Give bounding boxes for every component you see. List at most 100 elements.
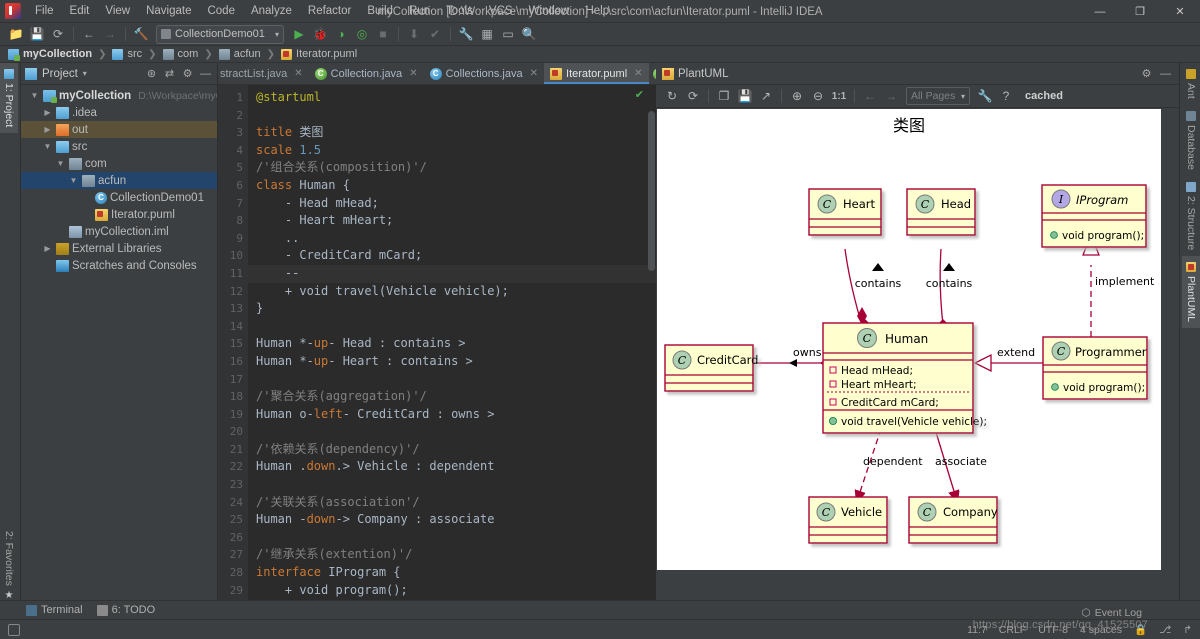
profile-icon[interactable]: ◎ <box>352 25 372 44</box>
debug-icon[interactable]: 🐞 <box>310 25 330 44</box>
chevron-down-icon[interactable]: ▼ <box>29 91 40 100</box>
collapse-all-icon[interactable]: ⊛ <box>144 66 159 81</box>
zoom-in-icon[interactable]: ⊕ <box>787 87 807 106</box>
hide-panel-icon[interactable]: — <box>1158 66 1173 81</box>
code-line[interactable] <box>256 423 656 441</box>
breadcrumb-item-src[interactable]: src <box>110 48 144 60</box>
code-line[interactable]: - Heart mHeart; <box>256 212 656 230</box>
open-icon[interactable]: 📁 <box>6 25 26 44</box>
settings-wrench-icon[interactable]: 🔧 <box>456 25 476 44</box>
help-icon[interactable]: ? <box>996 87 1016 106</box>
sidebar-item-database[interactable]: Database <box>1182 105 1200 176</box>
chevron-right-icon[interactable]: ▶ <box>42 244 53 253</box>
code-line[interactable]: + void program(); <box>256 582 656 600</box>
code-line[interactable]: /'继承关系(extention)'/ <box>256 546 656 564</box>
bottom-item-terminal[interactable]: Terminal <box>26 604 83 616</box>
breadcrumb-item-mycollection[interactable]: myCollection <box>6 48 94 60</box>
menu-file[interactable]: File <box>27 2 62 20</box>
project-structure-icon[interactable]: ▦ <box>477 25 497 44</box>
code-line[interactable]: interface IProgram { <box>256 564 656 582</box>
tree-node-iterator-puml[interactable]: Iterator.puml <box>21 206 217 223</box>
menu-tools[interactable]: Tools <box>438 2 481 20</box>
breadcrumb-item-acfun[interactable]: acfun <box>217 48 263 60</box>
gear-icon[interactable]: ⚙ <box>180 66 195 81</box>
breadcrumb-item-com[interactable]: com <box>161 48 201 60</box>
code-line[interactable]: - Head mHead; <box>256 195 656 213</box>
code-line[interactable]: title 类图 <box>256 124 656 142</box>
tree-node-mycollection-iml[interactable]: myCollection.iml <box>21 223 217 240</box>
code-line[interactable]: scale 1.5 <box>256 142 656 160</box>
editor-tab-iterator-puml[interactable]: Iterator.puml✕ <box>544 63 649 84</box>
tree-node-com[interactable]: ▼com <box>21 155 217 172</box>
code-line[interactable]: -- <box>248 265 656 283</box>
code-line[interactable]: + void travel(Vehicle vehicle); <box>256 283 656 301</box>
code-line[interactable]: } <box>256 300 656 318</box>
menu-run[interactable]: Run <box>401 2 438 20</box>
close-tab-icon[interactable]: ✕ <box>634 68 642 79</box>
run-configuration-selector[interactable]: CollectionDemo01 ▾ <box>156 25 284 44</box>
menu-code[interactable]: Code <box>199 2 243 20</box>
locate-file-icon[interactable]: ⇄ <box>162 66 177 81</box>
build-hammer-icon[interactable]: 🔨 <box>131 25 151 44</box>
editor-tab-collection-java[interactable]: Collection.java✕ <box>309 63 424 84</box>
close-tab-icon[interactable]: ✕ <box>530 68 538 79</box>
layout-icon[interactable]: ▭ <box>498 25 518 44</box>
code-line[interactable]: - CreditCard mCard; <box>256 247 656 265</box>
sidebar-item-structure[interactable]: 2: Structure <box>1182 176 1200 256</box>
tree-node-scratches-and-consoles[interactable]: Scratches and Consoles <box>21 257 217 274</box>
sidebar-item-project[interactable]: 1: Project <box>0 63 18 133</box>
chevron-down-icon[interactable]: ▾ <box>83 69 87 78</box>
back-icon[interactable]: ← <box>79 25 99 44</box>
chevron-right-icon[interactable]: ▶ <box>42 125 53 134</box>
tree-node-acfun[interactable]: ▼acfun <box>21 172 217 189</box>
bottom-item-todo[interactable]: 6: TODO <box>97 604 156 616</box>
run-coverage-icon[interactable]: ◑ <box>331 25 351 44</box>
tree-node-mycollection[interactable]: ▼myCollectionD:\Workpace\myColle <box>21 87 217 104</box>
search-everywhere-icon[interactable]: 🔍 <box>519 25 539 44</box>
code-line[interactable]: @startuml <box>256 89 656 107</box>
code-line[interactable] <box>256 107 656 125</box>
code-line[interactable]: /'依赖关系(dependency)'/ <box>256 441 656 459</box>
menu-refactor[interactable]: Refactor <box>300 2 359 20</box>
code-line[interactable] <box>256 476 656 494</box>
tree-node-external-libraries[interactable]: ▶External Libraries <box>21 240 217 257</box>
chevron-right-icon[interactable]: ▶ <box>42 108 53 117</box>
code-line[interactable]: /'聚合关系(aggregation)'/ <box>256 388 656 406</box>
plantuml-settings-icon[interactable]: 🔧 <box>975 87 995 106</box>
editor-tab-collections-java[interactable]: Collections.java✕ <box>424 63 544 84</box>
menu-window[interactable]: Window <box>521 2 578 20</box>
code-line[interactable]: Human -down-> Company : associate <box>256 511 656 529</box>
menu-vcs[interactable]: VCS <box>481 2 521 20</box>
save-diagram-icon[interactable]: 💾 <box>735 87 755 106</box>
sidebar-item-ant[interactable]: Ant <box>1182 63 1200 105</box>
minimize-button[interactable]: — <box>1080 0 1120 23</box>
save-all-icon[interactable]: 💾 <box>27 25 47 44</box>
code-line[interactable]: Human o-left- CreditCard : owns > <box>256 406 656 424</box>
branch-icon[interactable]: ⎇ <box>1159 624 1171 636</box>
code-editor[interactable]: 1234567891011121314151617181920212223242… <box>218 85 656 609</box>
code-line[interactable]: Human *-up- Head : contains > <box>256 335 656 353</box>
toggle-toolbars-icon[interactable] <box>8 624 20 636</box>
code-line[interactable] <box>256 318 656 336</box>
menu-edit[interactable]: Edit <box>62 2 98 20</box>
chevron-down-icon[interactable]: ▼ <box>68 176 79 185</box>
menu-navigate[interactable]: Navigate <box>138 2 199 20</box>
menu-analyze[interactable]: Analyze <box>243 2 300 20</box>
pages-dropdown[interactable]: All Pages ▾ <box>906 87 970 105</box>
code-line[interactable] <box>256 529 656 547</box>
chevron-down-icon[interactable]: ▼ <box>42 142 53 151</box>
tree-node-src[interactable]: ▼src <box>21 138 217 155</box>
refresh-icon[interactable]: ⟳ <box>683 87 703 106</box>
zoom-out-icon[interactable]: ⊖ <box>808 87 828 106</box>
tree-node-collectiondemo01[interactable]: CollectionDemo01 <box>21 189 217 206</box>
uml-class-diagram[interactable]: 类图 contains contains owns <box>657 109 1161 570</box>
editor-vertical-scrollbar[interactable] <box>648 111 655 271</box>
zoom-actual-size-button[interactable]: 1:1 <box>829 87 849 106</box>
breadcrumb-item-iterator-puml[interactable]: Iterator.puml <box>279 48 359 60</box>
code-text[interactable]: @startuml title 类图scale 1.5/'组合关系(compos… <box>248 85 656 609</box>
menu-view[interactable]: View <box>97 2 138 20</box>
sidebar-item-favorites[interactable]: 2: Favorites ★ <box>0 525 18 607</box>
code-line[interactable]: class Human { <box>256 177 656 195</box>
export-icon[interactable]: ↗ <box>756 87 776 106</box>
maximize-button[interactable]: ❐ <box>1120 0 1160 23</box>
